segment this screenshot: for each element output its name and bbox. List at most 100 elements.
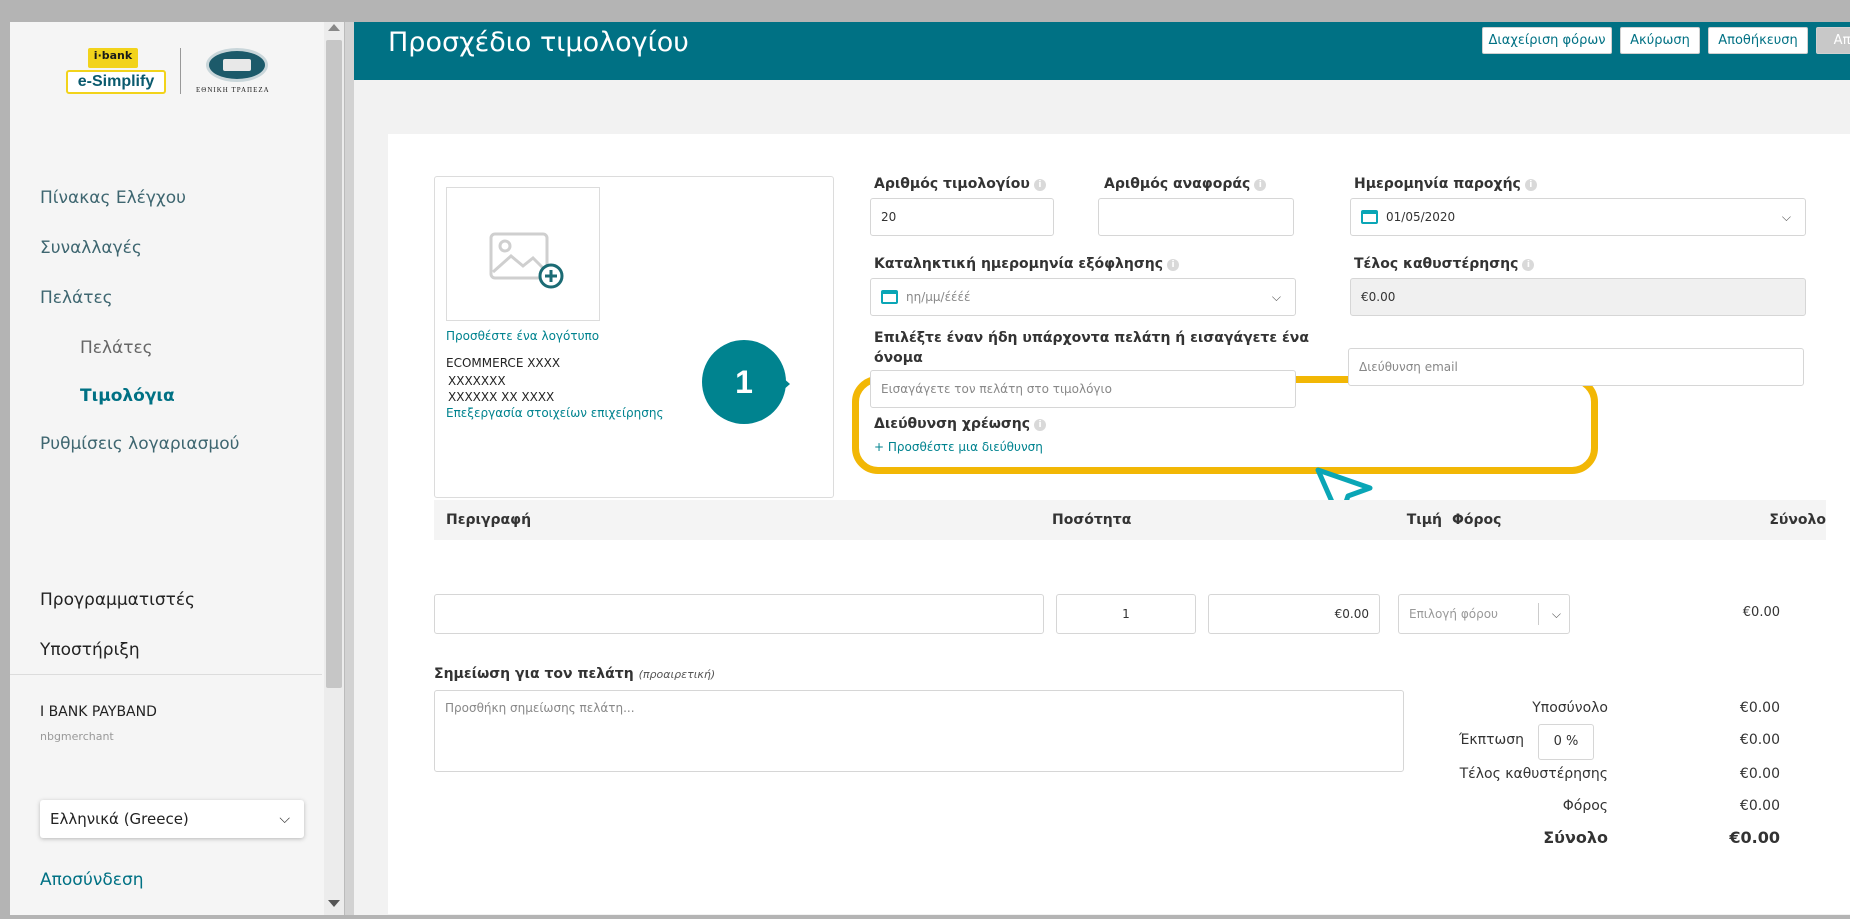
business-address-line1: XXXXXXX xyxy=(448,374,506,388)
sidebar-item-account-settings[interactable]: Ρυθμίσεις λογαριασμού xyxy=(40,434,239,454)
reference-number-label-text: Αριθμός αναφοράς xyxy=(1104,176,1251,192)
sidebar-item-dashboard[interactable]: Πίνακας Ελέγχου xyxy=(40,188,186,208)
info-icon[interactable]: i xyxy=(1033,179,1046,191)
sidebar-item-developers[interactable]: Προγραμματιστές xyxy=(40,590,195,610)
scrollbar-thumb[interactable] xyxy=(326,40,342,688)
line-item-description-input[interactable] xyxy=(434,594,1044,634)
step-marker-pointer xyxy=(774,370,790,398)
summary-late-fee-label: Τέλος καθυστέρησης xyxy=(1459,766,1608,782)
send-button[interactable]: Αποστολή xyxy=(1816,27,1850,54)
optional-hint: (προαιρετική) xyxy=(638,668,716,681)
late-fee-label-text: Τέλος καθυστέρησης xyxy=(1354,256,1519,272)
page-header: Προσχέδιο τιμολογίου Διαχείριση φόρων Ακ… xyxy=(354,22,1850,80)
info-icon[interactable]: i xyxy=(1522,259,1535,271)
esimplify-logo: e-Simplify xyxy=(66,70,166,94)
edit-business-link[interactable]: Επεξεργασία στοιχείων επιχείρησης xyxy=(446,406,664,420)
language-select[interactable]: Ελληνικά (Greece) ⌵ xyxy=(40,800,304,838)
chevron-down-icon: ⌵ xyxy=(1271,290,1281,304)
service-date-picker[interactable]: 01/05/2020 ⌵ xyxy=(1350,198,1806,236)
customer-label: Επιλέξτε έναν ήδη υπάρχοντα πελάτη ή εισ… xyxy=(874,330,1309,366)
service-date-label-text: Ημερομηνία παροχής xyxy=(1354,176,1521,192)
customer-note-label: Σημείωση για τον πελάτη (προαιρετική) xyxy=(434,666,715,682)
calendar-icon xyxy=(881,290,898,304)
billing-address-label-text: Διεύθυνση χρέωσης xyxy=(874,416,1031,432)
subtotal-label: Υποσύνολο xyxy=(1532,700,1608,716)
add-logo-link[interactable]: Προσθέστε ένα λογότυπο xyxy=(446,329,599,343)
sidebar-subitem-invoices[interactable]: Τιμολόγια xyxy=(80,386,175,406)
reference-number-label: Αριθμός αναφοράς i xyxy=(1104,176,1267,192)
late-fee-input[interactable]: €0.00 xyxy=(1350,278,1806,316)
info-icon[interactable]: i xyxy=(1524,179,1537,191)
discount-input[interactable]: 0 % xyxy=(1538,724,1594,760)
manage-taxes-button[interactable]: Διαχείριση φόρων xyxy=(1482,27,1612,54)
logo-upload-area[interactable] xyxy=(446,187,600,321)
late-fee-label: Τέλος καθυστέρησης i xyxy=(1354,256,1535,272)
due-date-label: Καταληκτική ημερομηνία εξόφλησης i xyxy=(874,256,1180,272)
save-button[interactable]: Αποθήκευση xyxy=(1708,27,1808,54)
scroll-down-icon[interactable] xyxy=(328,900,340,907)
sidebar-divider xyxy=(10,674,322,675)
column-total: Σύνολο xyxy=(1769,512,1826,528)
page-title: Προσχέδιο τιμολογίου xyxy=(388,27,689,58)
brand-logo[interactable]: i·bank e-Simplify ΕΘΝΙΚΗ ΤΡΑΠΕΖΑ xyxy=(10,22,344,142)
info-icon[interactable]: i xyxy=(1167,259,1180,271)
customer-note-label-text: Σημείωση για τον πελάτη xyxy=(434,666,634,682)
info-icon[interactable]: i xyxy=(1254,179,1267,191)
column-tax: Φόρος xyxy=(1452,512,1502,528)
chevron-down-icon: ⌵ xyxy=(1551,607,1561,621)
invoice-number-input[interactable]: 20 xyxy=(870,198,1054,236)
pane-splitter[interactable] xyxy=(344,22,354,915)
sidebar-subitem-customers[interactable]: Πελάτες xyxy=(80,338,153,358)
summary-total-label: Σύνολο xyxy=(1543,828,1608,847)
sidebar-scrollbar[interactable] xyxy=(324,22,344,915)
column-price: Τιμή xyxy=(1406,512,1442,528)
sidebar: i·bank e-Simplify ΕΘΝΙΚΗ ΤΡΑΠΕΖΑ Πίνακας… xyxy=(10,22,344,915)
due-date-picker[interactable]: ηη/μμ/έέέέ ⌵ xyxy=(870,278,1296,316)
customer-input-placeholder: Εισαγάγετε τον πελάτη στο τιμολόγιο xyxy=(881,382,1112,396)
customer-note-placeholder: Προσθήκη σημείωσης πελάτη... xyxy=(445,701,635,715)
business-name: ECOMMERCE XXXX xyxy=(446,356,561,370)
customer-note-textarea[interactable]: Προσθήκη σημείωσης πελάτη... xyxy=(434,690,1404,772)
line-item-tax-select[interactable]: Επιλογή φόρου ⌵ xyxy=(1398,594,1570,634)
email-input-placeholder: Διεύθυνση email xyxy=(1359,360,1458,374)
line-item-total: €0.00 xyxy=(1742,605,1780,620)
cancel-button[interactable]: Ακύρωση xyxy=(1620,27,1700,54)
line-item-price-input[interactable]: €0.00 xyxy=(1208,594,1380,634)
calendar-icon xyxy=(1361,210,1378,224)
column-quantity: Ποσότητα xyxy=(1052,512,1132,528)
email-input[interactable]: Διεύθυνση email xyxy=(1348,348,1804,386)
invoice-form-card: Προσθέστε ένα λογότυπο ECOMMERCE XXXX XX… xyxy=(388,134,1850,914)
app-frame: i·bank e-Simplify ΕΘΝΙΚΗ ΤΡΑΠΕΖΑ Πίνακας… xyxy=(10,22,1850,915)
discount-label: Έκπτωση xyxy=(1458,732,1524,748)
bank-name: ΕΘΝΙΚΗ ΤΡΑΠΕΖΑ xyxy=(196,86,270,94)
scroll-up-icon[interactable] xyxy=(328,24,340,31)
customer-input[interactable]: Εισαγάγετε τον πελάτη στο τιμολόγιο xyxy=(870,370,1296,408)
due-date-label-text: Καταληκτική ημερομηνία εξόφλησης xyxy=(874,256,1164,272)
select-divider xyxy=(1538,603,1539,625)
summary-tax-value: €0.00 xyxy=(1739,798,1780,814)
ibank-logo: i·bank xyxy=(88,48,138,68)
merchant-username: nbgmerchant xyxy=(40,730,114,743)
bank-emblem-icon xyxy=(206,48,268,82)
line-items-header: Περιγραφή Ποσότητα Τιμή Φόρος Σύνολο xyxy=(434,500,1826,540)
service-date-value: 01/05/2020 xyxy=(1386,210,1456,224)
logout-link[interactable]: Αποσύνδεση xyxy=(40,870,144,890)
business-address-line2: XXXXXX XX XXXX xyxy=(448,390,555,404)
reference-number-input[interactable] xyxy=(1098,198,1294,236)
sidebar-item-support[interactable]: Υποστήριξη xyxy=(40,640,140,660)
language-value: Ελληνικά (Greece) xyxy=(50,810,189,828)
sidebar-item-customers[interactable]: Πελάτες xyxy=(40,288,113,308)
add-address-link[interactable]: + Προσθέστε μια διεύθυνση xyxy=(874,440,1043,454)
summary-tax-label: Φόρος xyxy=(1562,798,1608,814)
subtotal-value: €0.00 xyxy=(1739,700,1780,716)
tax-select-placeholder: Επιλογή φόρου xyxy=(1409,607,1498,621)
invoice-number-label-text: Αριθμός τιμολογίου xyxy=(874,176,1030,192)
summary-late-fee-value: €0.00 xyxy=(1739,766,1780,782)
sidebar-item-transactions[interactable]: Συναλλαγές xyxy=(40,238,142,258)
billing-address-label: Διεύθυνση χρέωσης i xyxy=(874,416,1047,432)
service-date-label: Ημερομηνία παροχής i xyxy=(1354,176,1537,192)
summary-total-value: €0.00 xyxy=(1729,828,1780,847)
info-icon[interactable]: i xyxy=(1034,419,1047,431)
line-item-quantity-input[interactable]: 1 xyxy=(1056,594,1196,634)
chevron-down-icon: ⌵ xyxy=(1781,210,1791,224)
